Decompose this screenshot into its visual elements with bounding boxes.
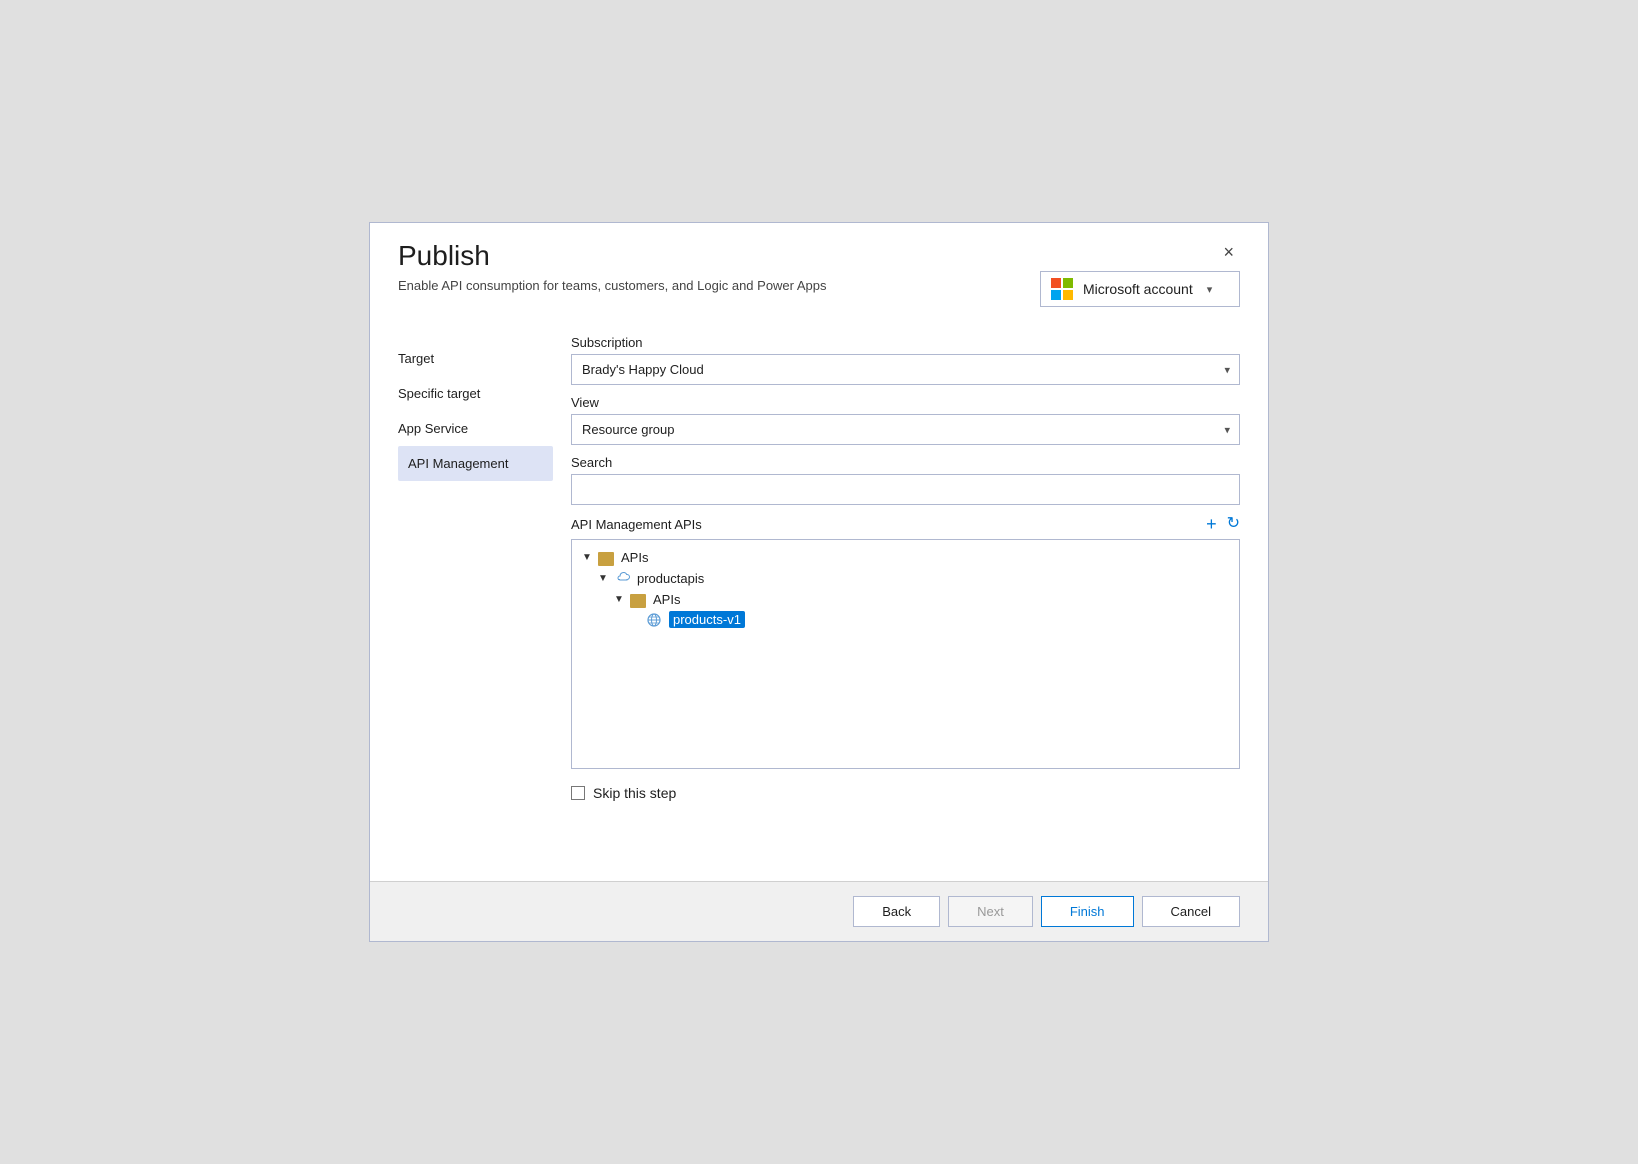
search-label: Search	[571, 455, 1240, 470]
view-select-wrapper: Resource group Location Type ▾	[571, 414, 1240, 445]
subscription-label: Subscription	[571, 335, 1240, 350]
back-button[interactable]: Back	[853, 896, 940, 927]
tree-arrow-root: ▼	[582, 552, 594, 563]
skip-label: Skip this step	[593, 785, 676, 801]
view-select[interactable]: Resource group Location Type	[571, 414, 1240, 445]
cancel-button[interactable]: Cancel	[1142, 896, 1240, 927]
sidebar-item-target[interactable]: Target	[398, 341, 553, 376]
sidebar-item-app-service[interactable]: App Service	[398, 411, 553, 446]
dialog-body: Target Specific target App Service API M…	[370, 317, 1268, 881]
ms-logo-yellow	[1063, 290, 1073, 300]
tree-arrow-apis-sub: ▼	[614, 594, 626, 605]
refresh-button[interactable]: ↻	[1227, 516, 1240, 532]
subscription-field-group: Subscription Brady's Happy Cloud ▾	[571, 335, 1240, 385]
skip-checkbox[interactable]	[571, 786, 585, 800]
skip-step-row: Skip this step	[571, 785, 1240, 801]
search-field-group: Search	[571, 455, 1240, 505]
dialog-header: Publish Enable API consumption for teams…	[370, 223, 1268, 317]
microsoft-logo	[1051, 278, 1073, 300]
api-section-header: API Management APIs + ↻	[571, 515, 1240, 533]
ms-logo-red	[1051, 278, 1061, 288]
next-button[interactable]: Next	[948, 896, 1033, 927]
globe-icon-products-v1	[646, 612, 662, 628]
publish-dialog: Publish Enable API consumption for teams…	[369, 222, 1269, 942]
ms-logo-blue	[1051, 290, 1061, 300]
tree-node-apis-sub[interactable]: ▼ APIs	[582, 590, 1229, 609]
subscription-select-wrapper: Brady's Happy Cloud ▾	[571, 354, 1240, 385]
sidebar: Target Specific target App Service API M…	[398, 335, 553, 869]
folder-icon-sub	[630, 594, 646, 608]
folder-icon-root	[598, 552, 614, 566]
dialog-footer: Back Next Finish Cancel	[370, 881, 1268, 941]
sidebar-item-api-management[interactable]: API Management	[398, 446, 553, 481]
close-button[interactable]: ×	[1217, 241, 1240, 263]
tree-label-productapis: productapis	[637, 571, 704, 586]
add-api-button[interactable]: +	[1206, 515, 1217, 533]
tree-node-products-v1[interactable]: products-v1	[582, 609, 1229, 630]
subscription-select[interactable]: Brady's Happy Cloud	[571, 354, 1240, 385]
main-content: Subscription Brady's Happy Cloud ▾ View …	[553, 335, 1240, 869]
account-chevron-icon: ▾	[1207, 283, 1213, 296]
account-label: Microsoft account	[1083, 281, 1193, 297]
tree-node-productapis[interactable]: ▼ productapis	[582, 567, 1229, 590]
tree-arrow-productapis: ▼	[598, 573, 610, 584]
tree-label-apis-sub: APIs	[653, 592, 680, 607]
view-field-group: View Resource group Location Type ▾	[571, 395, 1240, 445]
sidebar-item-specific-target[interactable]: Specific target	[398, 376, 553, 411]
api-section-actions: + ↻	[1206, 515, 1240, 533]
account-selector[interactable]: Microsoft account ▾	[1040, 271, 1240, 307]
title-section: Publish Enable API consumption for teams…	[398, 241, 827, 293]
search-input[interactable]	[571, 474, 1240, 505]
tree-label-apis-root: APIs	[621, 550, 648, 565]
dialog-title: Publish	[398, 241, 827, 272]
cloud-icon-productapis	[614, 569, 630, 588]
finish-button[interactable]: Finish	[1041, 896, 1134, 927]
tree-label-products-v1[interactable]: products-v1	[669, 611, 745, 628]
tree-node-root-apis[interactable]: ▼ APIs	[582, 548, 1229, 567]
dialog-subtitle: Enable API consumption for teams, custom…	[398, 278, 827, 293]
api-management-section: API Management APIs + ↻ ▼ APIs ▼	[571, 515, 1240, 769]
ms-logo-green	[1063, 278, 1073, 288]
api-section-title: API Management APIs	[571, 517, 702, 532]
view-label: View	[571, 395, 1240, 410]
api-tree-panel: ▼ APIs ▼ productapis	[571, 539, 1240, 769]
